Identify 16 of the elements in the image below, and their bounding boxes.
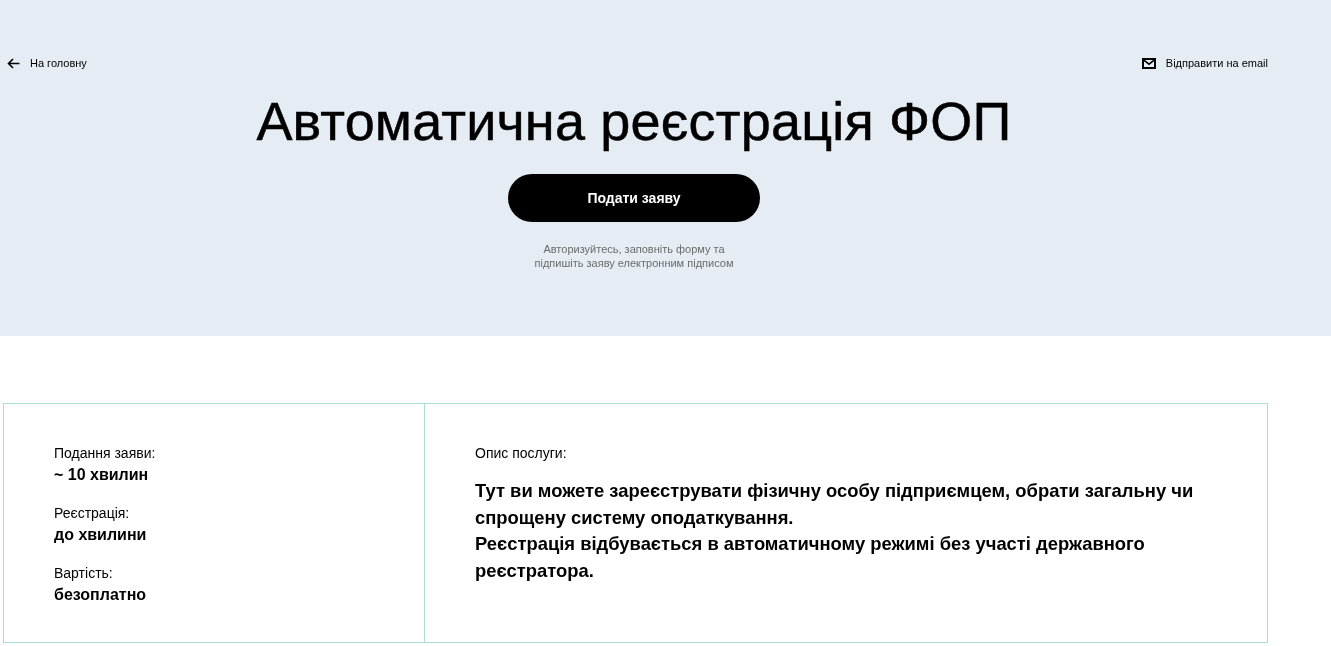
hint-text: Авторизуйтесь, заповніть форму та підпишіть заяву електронним підписом	[534, 242, 734, 270]
email-link[interactable]: Відправити на email	[1141, 57, 1268, 69]
detail-label: Подання заяви:	[54, 444, 157, 462]
detail-label: Вартість:	[54, 564, 114, 582]
page-title: Автоматична реєстрація ФОП	[256, 90, 1012, 152]
back-link[interactable]: На головну	[7, 57, 87, 69]
description-heading: Опис послуги:	[475, 444, 568, 462]
description-text: Реєстрація відбувається в автоматичному режимі без участі державного реєстратора.	[475, 532, 1146, 584]
detail-label: Реєстрація:	[54, 504, 131, 522]
description-text: Тут ви можете зареєструвати фізичну особу підприємцем, обрати загальну чи спрощену систему оподаткування.	[475, 479, 1195, 530]
detail-value: до хвилини	[54, 525, 148, 545]
detail-value: безоплатно	[54, 585, 148, 605]
detail-value: ~ 10 хвилин	[54, 465, 150, 485]
envelope-icon	[1141, 57, 1156, 69]
apply-button[interactable]: Подати заяву	[508, 174, 760, 222]
back-arrow-icon	[7, 57, 20, 69]
